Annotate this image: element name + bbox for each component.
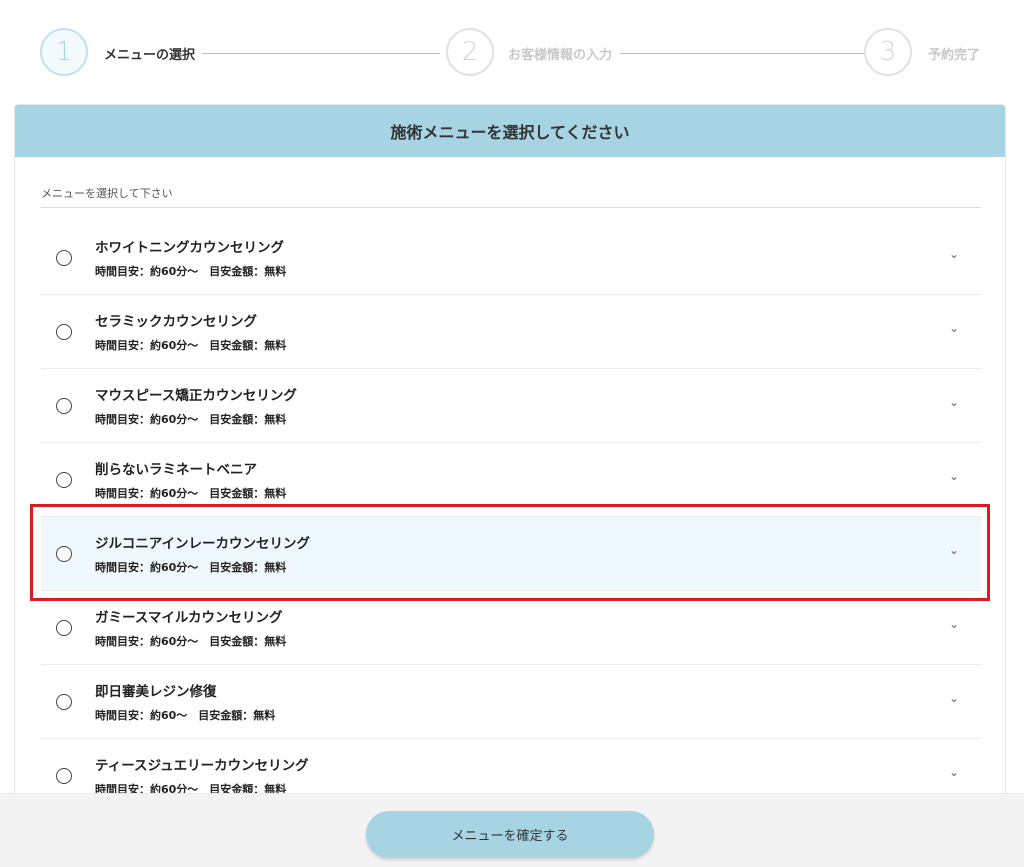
radio-button[interactable] — [56, 398, 72, 414]
menu-item-name: ジルコニアインレーカウンセリング — [95, 536, 311, 552]
step-2-label: お客様情報の入力 — [508, 48, 613, 63]
menu-item-resin[interactable]: 即日審美レジン修復 時間目安：約60〜 目安金額：無料 ⌄ — [41, 665, 981, 739]
step-3-label: 予約完了 — [928, 48, 981, 63]
radio-button[interactable] — [56, 620, 72, 636]
menu-item-meta: 時間目安：約60分〜 目安金額：無料 — [95, 265, 287, 278]
menu-item-meta: 時間目安：約60分〜 目安金額：無料 — [95, 635, 287, 648]
chevron-down-icon[interactable]: ⌄ — [949, 395, 959, 409]
divider — [41, 207, 981, 208]
chevron-down-icon[interactable]: ⌄ — [949, 765, 959, 779]
chevron-down-icon[interactable]: ⌄ — [949, 247, 959, 261]
section-label: メニューを選択して下さい — [41, 187, 173, 200]
menu-selection-card: 施術メニューを選択してください メニューを選択して下さい ホワイトニングカウンセ… — [14, 104, 1006, 867]
menu-list: ホワイトニングカウンセリング 時間目安：約60分〜 目安金額：無料 ⌄ セラミッ… — [41, 221, 981, 813]
menu-item-name: 削らないラミネートベニア — [95, 462, 257, 478]
chevron-down-icon[interactable]: ⌄ — [949, 617, 959, 631]
menu-item-meta: 時間目安：約60分〜 目安金額：無料 — [95, 487, 287, 500]
radio-button[interactable] — [56, 546, 72, 562]
menu-item-mouthpiece[interactable]: マウスピース矯正カウンセリング 時間目安：約60分〜 目安金額：無料 ⌄ — [41, 369, 981, 443]
menu-item-name: ホワイトニングカウンセリング — [95, 240, 284, 256]
footer-bar: メニューを確定する — [0, 793, 1024, 867]
menu-item-ceramic[interactable]: セラミックカウンセリング 時間目安：約60分〜 目安金額：無料 ⌄ — [41, 295, 981, 369]
step-3-circle: 3 — [864, 28, 912, 76]
step-1-circle: 1 — [40, 28, 88, 76]
step-connector — [620, 53, 864, 54]
menu-item-zirconia[interactable]: ジルコニアインレーカウンセリング 時間目安：約60分〜 目安金額：無料 ⌄ — [41, 517, 981, 591]
step-2-circle: 2 — [446, 28, 494, 76]
menu-item-name: 即日審美レジン修復 — [95, 684, 217, 700]
radio-button[interactable] — [56, 472, 72, 488]
card-title: 施術メニューを選択してください — [15, 105, 1005, 157]
menu-item-name: セラミックカウンセリング — [95, 314, 257, 330]
radio-button[interactable] — [56, 250, 72, 266]
menu-item-veneer[interactable]: 削らないラミネートベニア 時間目安：約60分〜 目安金額：無料 ⌄ — [41, 443, 981, 517]
menu-item-name: ティースジュエリーカウンセリング — [95, 758, 309, 774]
chevron-down-icon[interactable]: ⌄ — [949, 321, 959, 335]
step-connector — [202, 53, 440, 54]
menu-item-meta: 時間目安：約60分〜 目安金額：無料 — [95, 561, 287, 574]
menu-item-meta: 時間目安：約60分〜 目安金額：無料 — [95, 413, 287, 426]
menu-item-gummy-smile[interactable]: ガミースマイルカウンセリング 時間目安：約60分〜 目安金額：無料 ⌄ — [41, 591, 981, 665]
progress-stepper: 1 メニューの選択 2 お客様情報の入力 3 予約完了 — [40, 28, 990, 78]
chevron-down-icon[interactable]: ⌄ — [949, 543, 959, 557]
confirm-menu-button[interactable]: メニューを確定する — [366, 811, 654, 858]
radio-button[interactable] — [56, 768, 72, 784]
radio-button[interactable] — [56, 324, 72, 340]
chevron-down-icon[interactable]: ⌄ — [949, 469, 959, 483]
menu-item-name: ガミースマイルカウンセリング — [95, 610, 283, 626]
radio-button[interactable] — [56, 694, 72, 710]
menu-item-whitening[interactable]: ホワイトニングカウンセリング 時間目安：約60分〜 目安金額：無料 ⌄ — [41, 221, 981, 295]
menu-item-name: マウスピース矯正カウンセリング — [95, 388, 297, 404]
menu-item-meta: 時間目安：約60分〜 目安金額：無料 — [95, 339, 287, 352]
step-1-label: メニューの選択 — [104, 48, 196, 63]
chevron-down-icon[interactable]: ⌄ — [949, 691, 959, 705]
menu-item-meta: 時間目安：約60〜 目安金額：無料 — [95, 709, 276, 722]
